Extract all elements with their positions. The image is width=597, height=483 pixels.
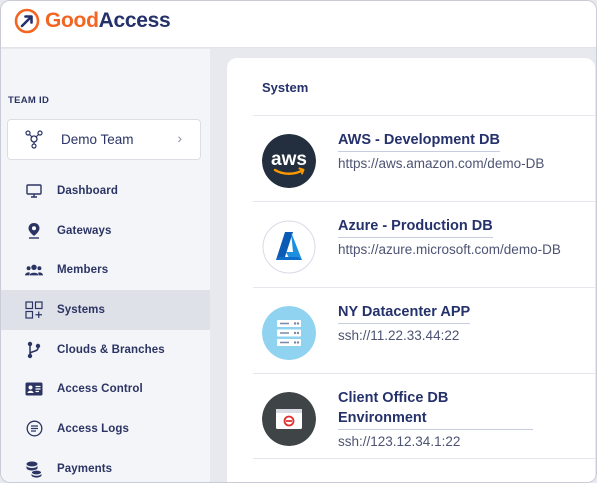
- sidebar-item-access-logs[interactable]: Access Logs: [1, 409, 210, 449]
- brand-name-good: Good: [45, 9, 99, 32]
- id-card-icon: [25, 380, 43, 398]
- sidebar-nav: Dashboard Gateways Members Systems Cloud…: [1, 171, 210, 482]
- sidebar-item-clouds-branches[interactable]: Clouds & Branches: [1, 330, 210, 370]
- location-pin-icon: [25, 222, 43, 240]
- system-row-client-office[interactable]: Client Office DB Environment ssh://123.1…: [253, 373, 595, 459]
- system-address: https://azure.microsoft.com/demo-DB: [338, 242, 561, 257]
- sidebar-item-label: Clouds & Branches: [57, 343, 165, 356]
- sidebar: TEAM ID Demo Team › Dashboard Gateways M…: [1, 49, 210, 482]
- sidebar-item-members[interactable]: Members: [1, 250, 210, 290]
- system-row-azure[interactable]: Azure - Production DB https://azure.micr…: [253, 201, 595, 287]
- sidebar-item-label: Access Logs: [57, 422, 130, 435]
- system-text: Azure - Production DB https://azure.micr…: [338, 216, 588, 260]
- system-name[interactable]: Azure - Production DB: [338, 216, 493, 238]
- system-address: ssh://11.22.33.44:22: [338, 328, 460, 343]
- team-selector[interactable]: Demo Team ›: [7, 119, 201, 160]
- server-rack-icon: [262, 306, 316, 360]
- sidebar-item-label: Payments: [57, 462, 113, 475]
- chevron-right-icon: ›: [177, 130, 182, 146]
- list-circle-icon: [25, 420, 43, 438]
- sidebar-item-payments[interactable]: Payments: [1, 449, 210, 482]
- team-id-label: TEAM ID: [8, 95, 50, 106]
- systems-list: aws AWS - Development DB https://aws.ama…: [253, 115, 595, 459]
- brand-logo[interactable]: GoodAccess: [13, 7, 171, 35]
- system-address: ssh://123.12.34.1:22: [338, 434, 461, 449]
- team-logo-icon: [25, 130, 43, 149]
- sidebar-item-gateways[interactable]: Gateways: [1, 211, 210, 251]
- system-address: https://aws.amazon.com/demo-DB: [338, 156, 545, 171]
- aws-logo-icon: aws: [262, 134, 316, 188]
- system-row-aws[interactable]: aws AWS - Development DB https://aws.ama…: [253, 115, 595, 201]
- svg-text:aws: aws: [271, 149, 307, 170]
- brand-name: GoodAccess: [45, 9, 171, 33]
- team-name: Demo Team: [61, 132, 134, 147]
- users-icon: [25, 261, 43, 279]
- sidebar-item-label: Systems: [57, 303, 106, 316]
- coins-icon: [25, 460, 43, 478]
- top-bar: GoodAccess: [1, 1, 596, 48]
- sidebar-item-dashboard[interactable]: Dashboard: [1, 171, 210, 211]
- azure-logo-icon: [262, 220, 316, 274]
- goodaccess-logo-icon: [14, 8, 40, 34]
- system-name[interactable]: Client Office DB Environment: [338, 388, 533, 430]
- system-text: NY Datacenter APP ssh://11.22.33.44:22: [338, 302, 588, 346]
- app-window: GoodAccess TEAM ID Demo Team › Dashboard: [0, 0, 597, 483]
- branch-icon: [25, 341, 43, 359]
- sidebar-item-systems[interactable]: Systems: [1, 290, 210, 330]
- system-text: AWS - Development DB https://aws.amazon.…: [338, 130, 588, 174]
- monitor-icon: [25, 182, 43, 200]
- sidebar-item-label: Dashboard: [57, 184, 118, 197]
- sidebar-item-access-control[interactable]: Access Control: [1, 369, 210, 409]
- brand-name-access: Access: [98, 9, 171, 32]
- system-row-ny-datacenter[interactable]: NY Datacenter APP ssh://11.22.33.44:22: [253, 287, 595, 373]
- systems-panel: System aws AWS - Development DB https://…: [227, 58, 595, 482]
- section-title: System: [262, 80, 309, 95]
- sidebar-item-label: Members: [57, 264, 109, 277]
- system-text: Client Office DB Environment ssh://123.1…: [338, 388, 588, 452]
- office-window-icon: [262, 392, 316, 446]
- system-name[interactable]: AWS - Development DB: [338, 130, 500, 152]
- system-name[interactable]: NY Datacenter APP: [338, 302, 471, 324]
- sidebar-item-label: Gateways: [57, 224, 112, 237]
- systems-grid-icon: [25, 301, 43, 319]
- sidebar-item-label: Access Control: [57, 383, 143, 396]
